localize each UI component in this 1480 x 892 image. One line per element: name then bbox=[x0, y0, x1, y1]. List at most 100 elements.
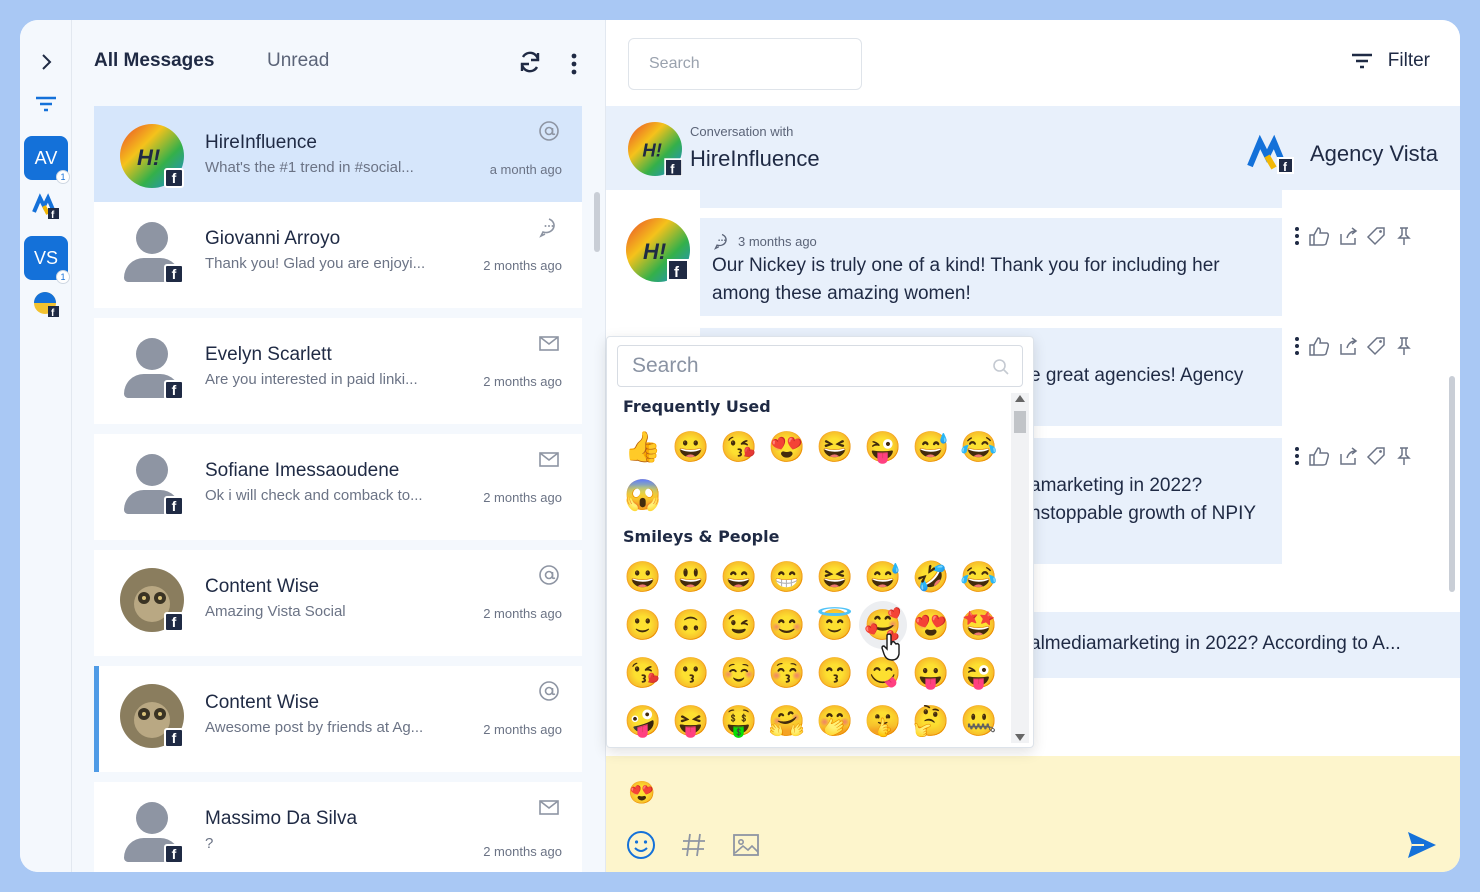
account-rail: AV 1 f VS 1 f bbox=[20, 20, 72, 872]
emoji-option[interactable]: 😘 bbox=[715, 423, 763, 471]
emoji-option[interactable]: 😂 bbox=[955, 423, 1003, 471]
emoji-option[interactable]: 😗 bbox=[667, 649, 715, 697]
conversation-time: a month ago bbox=[489, 162, 562, 177]
emoji-scrollbar[interactable] bbox=[1011, 393, 1029, 743]
emoji-option[interactable]: 😀 bbox=[667, 423, 715, 471]
message-bubble[interactable]: 3 months ago Our Nickey is truly one of … bbox=[700, 218, 1282, 316]
vista-social-logo-icon[interactable]: f bbox=[32, 290, 60, 318]
refresh-icon[interactable] bbox=[518, 50, 542, 74]
pin-icon[interactable] bbox=[1394, 446, 1414, 466]
smileys-people-heading: Smileys & People bbox=[623, 527, 780, 546]
emoji-option[interactable]: 🤗 bbox=[763, 697, 811, 745]
agency-vista-logo-icon[interactable]: f bbox=[32, 192, 60, 220]
more-options-icon[interactable] bbox=[564, 52, 584, 76]
conversation-item[interactable]: f Massimo Da Silva ? 2 months ago bbox=[94, 782, 582, 872]
tag-icon[interactable] bbox=[1366, 446, 1386, 466]
smileys-people-grid: 😀 😃 😄 😁 😆 😅 🤣 😂 🙂 🙃 😉 😊 😇 🥰 😍 🤩 😘 😗 ☺️ 😚 😙 😋 😛 😜 🤪 😝 🤑 🤗 🤭 🤫 🤔 🤐 bbox=[619, 553, 1003, 745]
like-icon[interactable] bbox=[1308, 336, 1330, 356]
emoji-option[interactable]: 😆 bbox=[811, 553, 859, 601]
emoji-option[interactable]: 😆 bbox=[811, 423, 859, 471]
emoji-option[interactable]: 😂 bbox=[955, 553, 1003, 601]
emoji-option[interactable]: 🙃 bbox=[667, 601, 715, 649]
emoji-option[interactable]: 🤐 bbox=[955, 697, 1003, 745]
conversation-name: Massimo Da Silva bbox=[205, 808, 358, 829]
hashtag-icon[interactable] bbox=[680, 831, 708, 859]
share-icon[interactable] bbox=[1338, 446, 1358, 466]
message-meta: 3 months ago bbox=[712, 232, 817, 250]
tab-unread[interactable]: Unread bbox=[267, 50, 329, 72]
send-icon[interactable] bbox=[1406, 830, 1438, 860]
emoji-option[interactable]: 😙 bbox=[811, 649, 859, 697]
pin-icon[interactable] bbox=[1394, 226, 1414, 246]
more-options-icon[interactable] bbox=[1294, 226, 1300, 246]
emoji-option[interactable]: 😍 bbox=[907, 601, 955, 649]
emoji-option[interactable]: 🤪 bbox=[619, 697, 667, 745]
pin-icon[interactable] bbox=[1394, 336, 1414, 356]
frequently-used-grid: 👍 😀 😘 😍 😆 😜 😅 😂 😱 bbox=[619, 423, 1003, 519]
emoji-option[interactable]: 😘 bbox=[619, 649, 667, 697]
emoji-option[interactable]: 😍 bbox=[763, 423, 811, 471]
emoji-option[interactable]: ☺️ bbox=[715, 649, 763, 697]
filter-icon[interactable] bbox=[34, 94, 58, 114]
filter-button[interactable]: Filter bbox=[1350, 50, 1430, 72]
account-av[interactable]: AV 1 bbox=[24, 136, 70, 184]
conversation-item[interactable]: f Content Wise Amazing Vista Social 2 mo… bbox=[94, 550, 582, 656]
conversation-item[interactable]: H! f HireInfluence What's the #1 trend i… bbox=[94, 106, 582, 212]
emoji-option[interactable]: 😅 bbox=[859, 553, 907, 601]
scroll-down-arrow-icon[interactable] bbox=[1015, 734, 1025, 741]
emoji-option[interactable]: 😜 bbox=[955, 649, 1003, 697]
emoji-option[interactable]: 🤫 bbox=[859, 697, 907, 745]
facebook-icon: f bbox=[164, 728, 184, 748]
composer-text[interactable]: 😍 bbox=[628, 780, 655, 806]
facebook-icon: f bbox=[164, 496, 184, 516]
emoji-option[interactable]: 🙂 bbox=[619, 601, 667, 649]
emoji-option[interactable]: 😛 bbox=[907, 649, 955, 697]
emoji-option[interactable]: 😇 bbox=[811, 601, 859, 649]
emoji-search-input[interactable]: Search bbox=[617, 345, 1023, 387]
top-bar: Search Filter bbox=[606, 20, 1460, 106]
more-options-icon[interactable] bbox=[1294, 446, 1300, 466]
like-icon[interactable] bbox=[1308, 226, 1330, 246]
conversation-item[interactable]: f Sofiane Imessaoudene Ok i will check a… bbox=[94, 434, 582, 540]
emoji-option[interactable]: 😁 bbox=[763, 553, 811, 601]
share-icon[interactable] bbox=[1338, 226, 1358, 246]
tab-all-messages[interactable]: All Messages bbox=[94, 50, 214, 72]
emoji-option[interactable]: 😃 bbox=[667, 553, 715, 601]
emoji-option[interactable]: 😜 bbox=[859, 423, 907, 471]
reply-composer[interactable]: 😍 bbox=[606, 756, 1460, 872]
image-icon[interactable] bbox=[732, 832, 760, 858]
share-icon[interactable] bbox=[1338, 336, 1358, 356]
emoji-option[interactable]: 😊 bbox=[763, 601, 811, 649]
conversation-item[interactable]: f Giovanni Arroyo Thank you! Glad you ar… bbox=[94, 202, 582, 308]
conversation-item[interactable]: f Content Wise Awesome post by friends a… bbox=[94, 666, 582, 772]
scroll-thumb[interactable] bbox=[1014, 411, 1026, 433]
emoji-option[interactable]: 😀 bbox=[619, 553, 667, 601]
emoji-option[interactable]: 🤣 bbox=[907, 553, 955, 601]
thread-scrollbar[interactable] bbox=[1449, 376, 1455, 592]
emoji-option[interactable]: 🤭 bbox=[811, 697, 859, 745]
conversation-item[interactable]: f Evelyn Scarlett Are you interested in … bbox=[94, 318, 582, 424]
emoji-option[interactable]: 😅 bbox=[907, 423, 955, 471]
more-options-icon[interactable] bbox=[1294, 336, 1300, 356]
emoji-option[interactable]: 😝 bbox=[667, 697, 715, 745]
emoji-icon[interactable] bbox=[626, 830, 656, 860]
emoji-option[interactable]: 😚 bbox=[763, 649, 811, 697]
message-actions bbox=[1294, 336, 1414, 356]
emoji-option[interactable]: 🤑 bbox=[715, 697, 763, 745]
scroll-up-arrow-icon[interactable] bbox=[1015, 395, 1025, 402]
account-vs[interactable]: VS 1 bbox=[24, 236, 70, 284]
emoji-option[interactable]: 😄 bbox=[715, 553, 763, 601]
conversation-name: Giovanni Arroyo bbox=[205, 228, 341, 249]
emoji-option[interactable]: 🤩 bbox=[955, 601, 1003, 649]
emoji-option[interactable]: 🤔 bbox=[907, 697, 955, 745]
list-scrollbar[interactable] bbox=[594, 192, 600, 252]
tag-icon[interactable] bbox=[1366, 226, 1386, 246]
search-input[interactable]: Search bbox=[628, 38, 862, 90]
emoji-option[interactable]: 👍 bbox=[619, 423, 667, 471]
like-icon[interactable] bbox=[1308, 446, 1330, 466]
chevron-right-icon[interactable] bbox=[36, 52, 56, 72]
emoji-option[interactable]: 😉 bbox=[715, 601, 763, 649]
conversation-snippet: Thank you! Glad you are enjoyi... bbox=[205, 255, 426, 272]
emoji-option[interactable]: 😱 bbox=[619, 471, 667, 519]
tag-icon[interactable] bbox=[1366, 336, 1386, 356]
